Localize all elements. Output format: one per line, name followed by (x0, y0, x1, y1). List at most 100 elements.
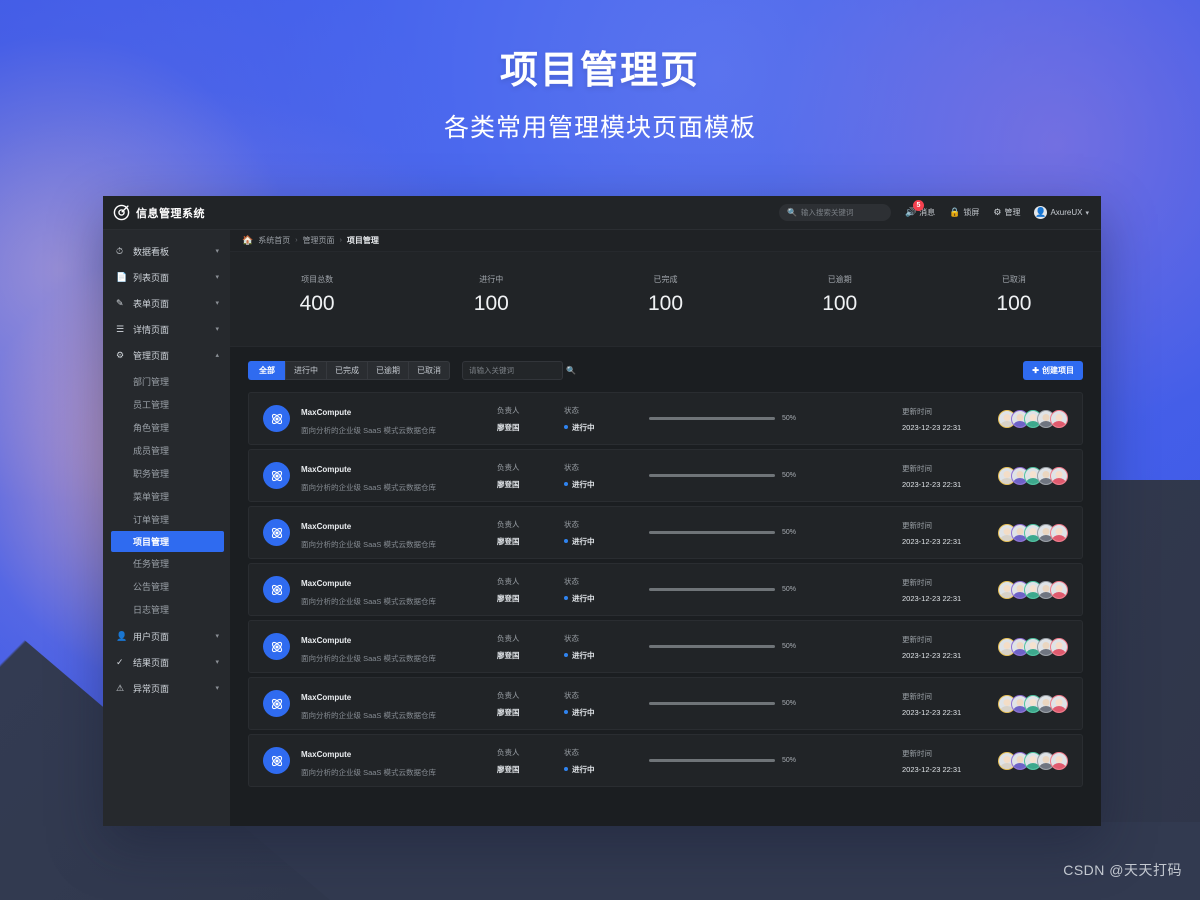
create-project-button[interactable]: ✚ 创建项目 (1023, 361, 1083, 380)
sidebar-subitem-4-2[interactable]: 角色管理 (103, 416, 230, 439)
sidebar-subitem-4-7[interactable]: 项目管理 (111, 531, 224, 552)
status-dot-icon (564, 653, 568, 657)
sidebar-subitem-4-0[interactable]: 部门管理 (103, 370, 230, 393)
brand[interactable]: 信息管理系统 (103, 204, 230, 221)
filter-tab-2[interactable]: 已完成 (326, 361, 367, 380)
status-header: 状态 (564, 576, 631, 587)
sidebar-item-7[interactable]: ⚠异常页面▾ (103, 675, 230, 701)
progress-value: 50% (782, 757, 796, 764)
progress-value: 50% (782, 529, 796, 536)
sidebar-subitem-4-5[interactable]: 菜单管理 (103, 485, 230, 508)
search-input[interactable] (801, 208, 898, 217)
chevron-up-icon[interactable]: ▴ (215, 351, 219, 359)
table-row[interactable]: MaxCompute面向分析的企业级 SaaS 模式云数据仓库负责人廖登国状态进… (248, 449, 1083, 502)
filter-tab-1[interactable]: 进行中 (285, 361, 326, 380)
sidebar-subitem-4-6[interactable]: 订单管理 (103, 508, 230, 531)
avatar-stack[interactable] (998, 638, 1068, 656)
table-row[interactable]: MaxCompute面向分析的企业级 SaaS 模式云数据仓库负责人廖登国状态进… (248, 734, 1083, 787)
progress-bar (649, 645, 775, 648)
sidebar-subitem-4-10[interactable]: 日志管理 (103, 598, 230, 621)
chevron-down-icon[interactable]: ▾ (215, 325, 219, 333)
stat-card-1: 进行中100 (404, 274, 578, 316)
filter-tab-3[interactable]: 已逾期 (367, 361, 408, 380)
sidebar-group-2: ✎表单页面▾ (103, 290, 230, 316)
project-info: MaxCompute面向分析的企业级 SaaS 模式云数据仓库 (301, 516, 497, 550)
messages-button[interactable]: 🔊 消息 5 (905, 207, 935, 218)
avatar (1050, 695, 1068, 713)
project-info: MaxCompute面向分析的企业级 SaaS 模式云数据仓库 (301, 402, 497, 436)
owner-value: 廖登国 (497, 479, 564, 490)
chevron-down-icon[interactable]: ▾ (215, 247, 219, 255)
status-column: 状态进行中 (564, 519, 631, 547)
avatar-stack[interactable] (998, 695, 1068, 713)
sidebar-subitem-4-9[interactable]: 公告管理 (103, 575, 230, 598)
status-badge: 进行中 (564, 536, 631, 547)
sidebar-item-1[interactable]: 📄列表页面▾ (103, 264, 230, 290)
table-row[interactable]: MaxCompute面向分析的企业级 SaaS 模式云数据仓库负责人廖登国状态进… (248, 620, 1083, 673)
status-dot-icon (564, 596, 568, 600)
status-column: 状态进行中 (564, 576, 631, 604)
avatar-stack[interactable] (998, 752, 1068, 770)
filter-tab-0[interactable]: 全部 (248, 361, 285, 380)
sidebar-item-2[interactable]: ✎表单页面▾ (103, 290, 230, 316)
sidebar-item-3[interactable]: ☰详情页面▾ (103, 316, 230, 342)
table-row[interactable]: MaxCompute面向分析的企业级 SaaS 模式云数据仓库负责人廖登国状态进… (248, 506, 1083, 559)
chevron-down-icon[interactable]: ▾ (215, 299, 219, 307)
watermark: CSDN @天天打码 (1063, 860, 1182, 880)
project-description: 面向分析的企业级 SaaS 模式云数据仓库 (301, 482, 497, 493)
sidebar-subitem-4-3[interactable]: 成员管理 (103, 439, 230, 462)
search-icon[interactable]: 🔍 (566, 366, 576, 375)
global-search[interactable]: 🔍 (779, 204, 891, 221)
table-row[interactable]: MaxCompute面向分析的企业级 SaaS 模式云数据仓库负责人廖登国状态进… (248, 392, 1083, 445)
brand-name: 信息管理系统 (136, 205, 205, 221)
lock-screen-button[interactable]: 🔒 锁屏 (949, 207, 979, 218)
chevron-down-icon[interactable]: ▾ (215, 684, 219, 692)
sidebar-item-0[interactable]: ⏱数据看板▾ (103, 238, 230, 264)
avatar-stack[interactable] (998, 581, 1068, 599)
manage-button[interactable]: ⚙ 管理 (993, 207, 1020, 218)
project-icon (263, 747, 290, 774)
progress-bar (649, 417, 775, 420)
sidebar-item-4[interactable]: ⚙管理页面▴ (103, 342, 230, 368)
sidebar-item-6[interactable]: ✓结果页面▾ (103, 649, 230, 675)
progress-column: 50% (631, 529, 902, 536)
project-info: MaxCompute面向分析的企业级 SaaS 模式云数据仓库 (301, 573, 497, 607)
table-row[interactable]: MaxCompute面向分析的企业级 SaaS 模式云数据仓库负责人廖登国状态进… (248, 563, 1083, 616)
sidebar-subitem-4-4[interactable]: 职务管理 (103, 462, 230, 485)
sidebar-item-label: 管理页面 (133, 349, 209, 362)
breadcrumb-item-0[interactable]: 系统首页 (258, 235, 290, 246)
stat-label: 进行中 (404, 274, 578, 285)
project-name: MaxCompute (301, 636, 351, 645)
list-search[interactable]: 🔍 (462, 361, 563, 380)
check-circle-icon: ✓ (116, 658, 127, 667)
owner-header: 负责人 (497, 462, 564, 473)
user-icon: 👤 (116, 632, 127, 641)
chevron-down-icon[interactable]: ▾ (215, 658, 219, 666)
user-menu[interactable]: 👤 AxureUX ▾ (1034, 206, 1089, 219)
messages-badge: 5 (913, 200, 924, 211)
project-icon (263, 519, 290, 546)
chevron-down-icon[interactable]: ▾ (215, 632, 219, 640)
chevron-down-icon[interactable]: ▾ (215, 273, 219, 281)
status-badge: 进行中 (564, 422, 631, 433)
avatar-stack[interactable] (998, 524, 1068, 542)
filter-tab-4[interactable]: 已取消 (408, 361, 450, 380)
page-subtitle: 各类常用管理模块页面模板 (0, 108, 1200, 144)
avatar-stack[interactable] (998, 410, 1068, 428)
status-dot-icon (564, 767, 568, 771)
sidebar-subitem-4-8[interactable]: 任务管理 (103, 552, 230, 575)
status-dot-icon (564, 482, 568, 486)
home-icon[interactable]: 🏠 (242, 235, 253, 246)
table-row[interactable]: MaxCompute面向分析的企业级 SaaS 模式云数据仓库负责人廖登国状态进… (248, 677, 1083, 730)
status-badge: 进行中 (564, 650, 631, 661)
list-search-input[interactable] (469, 366, 566, 375)
time-value: 2023-12-23 22:31 (902, 651, 994, 660)
progress-value: 50% (782, 700, 796, 707)
sidebar-item-5[interactable]: 👤用户页面▾ (103, 623, 230, 649)
avatar-stack[interactable] (998, 467, 1068, 485)
sidebar-subitem-4-1[interactable]: 员工管理 (103, 393, 230, 416)
breadcrumb-item-1[interactable]: 管理页面 (303, 235, 335, 246)
stat-card-0: 项目总数400 (230, 274, 404, 316)
owner-header: 负责人 (497, 576, 564, 587)
time-value: 2023-12-23 22:31 (902, 537, 994, 546)
